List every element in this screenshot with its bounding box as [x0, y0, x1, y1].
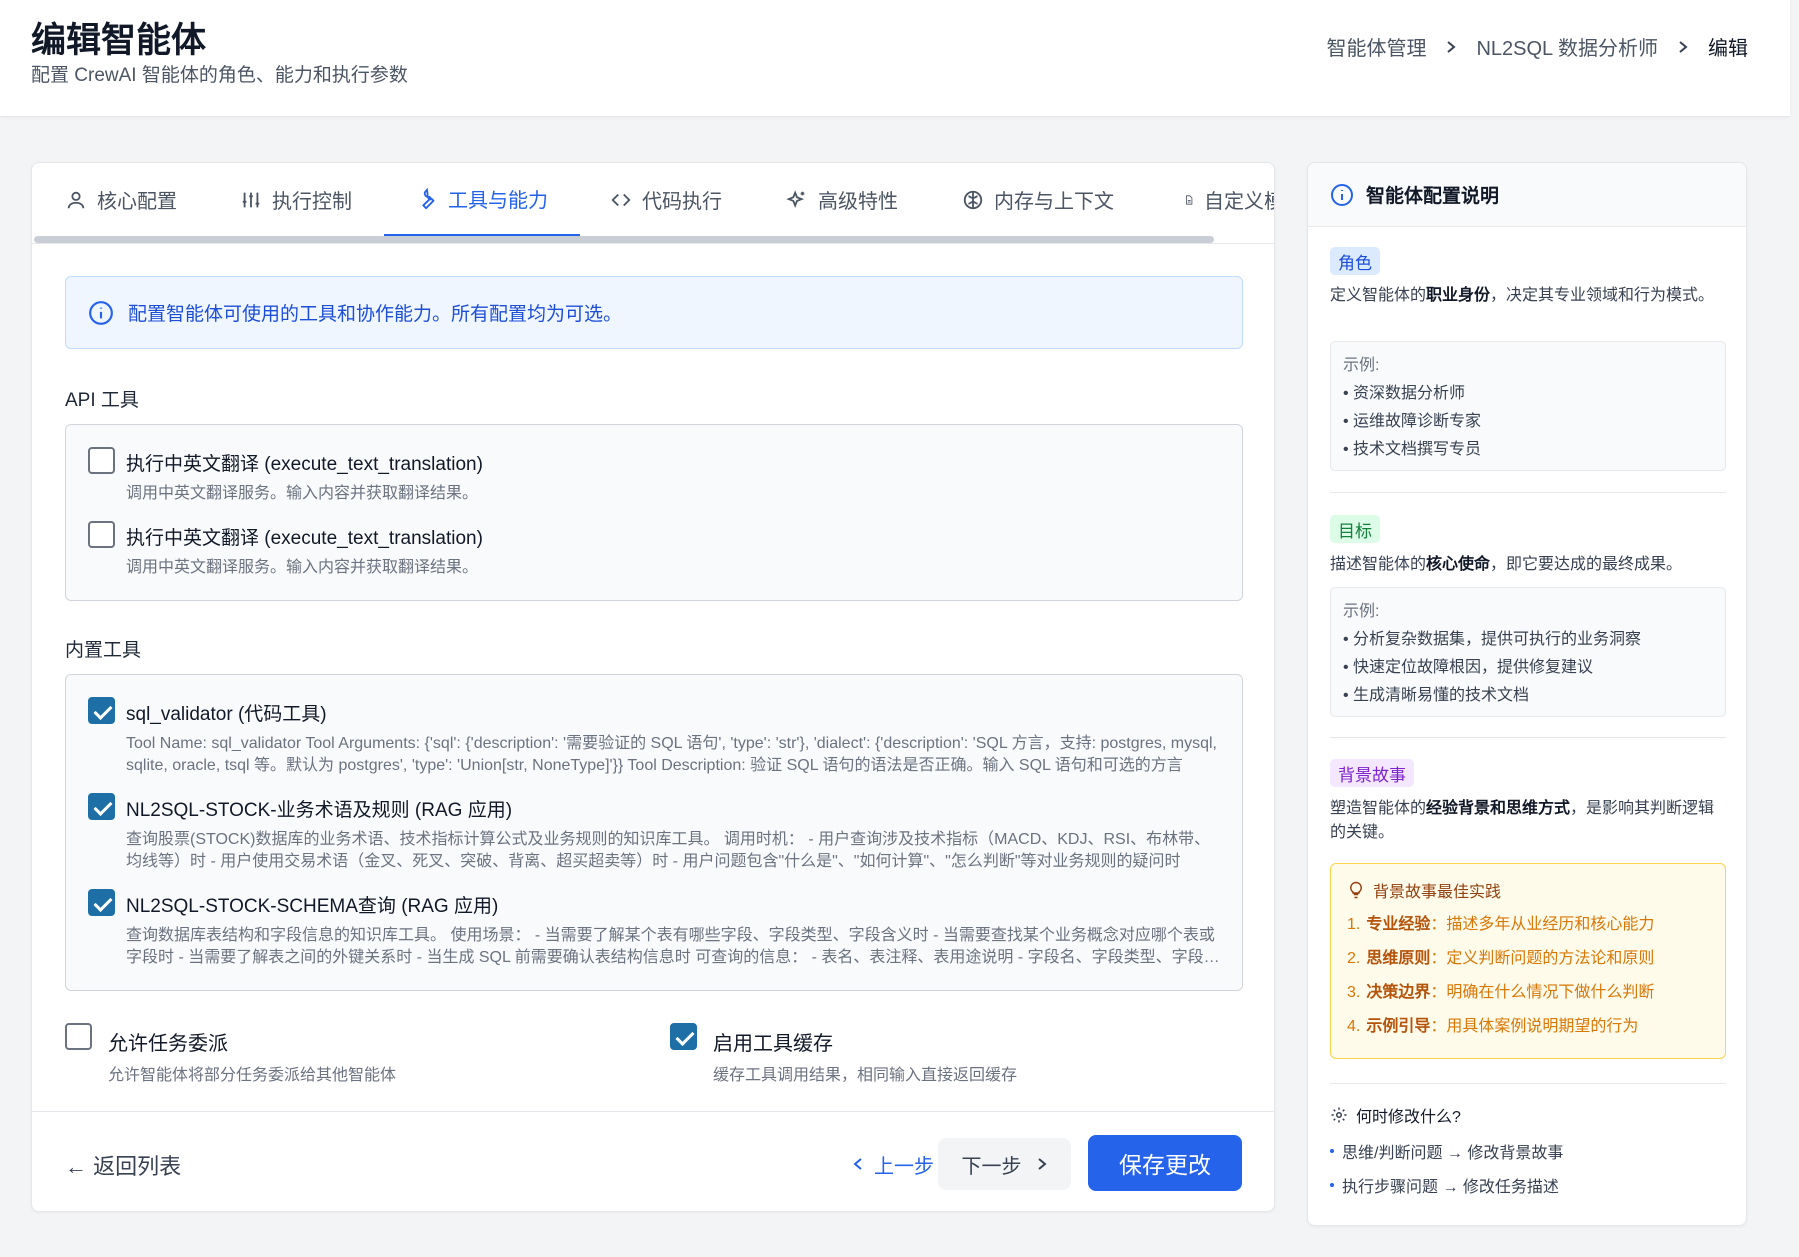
goal-desc: 描述智能体的核心使命，即它要达成的最终成果。 [1330, 556, 1683, 573]
tab-core-config[interactable]: 核心配置 [65, 163, 195, 236]
prev-step-button[interactable]: 上一步 [840, 1138, 946, 1190]
tool-name: sql_validator (代码工具) [126, 704, 327, 725]
when-to-modify-title: 何时修改什么? [1330, 1103, 1461, 1127]
role-tag: 角色 [1330, 247, 1380, 275]
tool-name: 执行中英文翻译 (execute_text_translation) [126, 528, 483, 549]
goal-examples: 示例: • 分析复杂数据集，提供可执行的业务洞察 • 快速定位故障根因，提供修复… [1330, 587, 1726, 717]
info-banner-text: 配置智能体可使用的工具和协作能力。所有配置均为可选。 [128, 304, 623, 325]
best-practice-title: 背景故事最佳实践 [1347, 878, 1709, 902]
api-tool-checkbox[interactable] [88, 447, 115, 474]
builtin-tools-box: sql_validator (代码工具) Tool Name: sql_vali… [65, 674, 1243, 991]
tab-tools[interactable]: 工具与能力 [384, 163, 580, 236]
chevron-right-icon [1679, 40, 1688, 53]
allow-delegation-option: 允许任务委派 允许智能体将部分任务委派给其他智能体 [65, 1023, 565, 1093]
tab-custom[interactable]: 自定义模 [1184, 163, 1274, 236]
backstory-desc: 塑造智能体的经验背景和思维方式，是影响其判断逻辑的关键。 [1330, 800, 1715, 841]
sidebar-title: 智能体配置说明 [1366, 186, 1500, 207]
chevron-right-icon [1037, 1158, 1047, 1170]
tool-desc: 调用中英文翻译服务。输入内容并获取翻译结果。 [126, 559, 479, 576]
api-tools-label: API 工具 [65, 390, 139, 411]
tool-cache-checkbox[interactable] [670, 1023, 697, 1050]
option-desc: 允许智能体将部分任务委派给其他智能体 [108, 1067, 397, 1084]
chevron-right-icon [1447, 40, 1457, 53]
info-banner: 配置智能体可使用的工具和协作能力。所有配置均为可选。 [65, 276, 1243, 349]
tab-code-execution[interactable]: 代码执行 [610, 163, 740, 236]
tool-name: NL2SQL-STOCK-SCHEMA查询 (RAG 应用) [126, 896, 499, 917]
role-examples: 示例: • 资深数据分析师 • 运维故障诊断专家 • 技术文档撰写专员 [1330, 341, 1726, 471]
code-icon [611, 193, 631, 206]
best-practice-item: 2. 思维原则：定义判断问题的方法论和原则 [1347, 950, 1655, 967]
when-item: 思维/判断问题 → 修改背景故事 [1330, 1139, 1563, 1163]
tool-name: NL2SQL-STOCK-业务术语及规则 (RAG 应用) [126, 800, 513, 821]
tool-cache-option: 启用工具缓存 缓存工具调用结果，相同输入直接返回缓存 [670, 1023, 1170, 1093]
builtin-tool-item: NL2SQL-STOCK-SCHEMA查询 (RAG 应用) 查询数据库表结构和… [88, 889, 1220, 973]
tab-execution-control[interactable]: 执行控制 [240, 163, 370, 236]
breadcrumb-agents[interactable]: 智能体管理 [1326, 32, 1426, 61]
best-practice-item: 1. 专业经验：描述多年从业经历和核心能力 [1347, 916, 1655, 933]
tool-desc: Tool Name: sql_validator Tool Arguments:… [126, 735, 1217, 774]
best-practice-item: 3. 决策边界：明确在什么情况下做什么判断 [1347, 984, 1655, 1001]
sparkles-icon [786, 189, 805, 208]
builtin-tool-checkbox[interactable] [88, 793, 115, 820]
tool-name: 执行中英文翻译 (execute_text_translation) [126, 454, 483, 475]
divider [1330, 1083, 1726, 1084]
breadcrumb-current: 编辑 [1708, 38, 1748, 60]
gear-icon [1331, 1107, 1347, 1123]
option-desc: 缓存工具调用结果，相同输入直接返回缓存 [713, 1067, 1018, 1084]
best-practice-item: 4. 示例引导：用具体案例说明期望的行为 [1347, 1018, 1639, 1035]
lightbulb-icon [1350, 881, 1362, 899]
tab-advanced[interactable]: 高级特性 [786, 163, 916, 236]
role-desc: 定义智能体的职业身份，决定其专业领域和行为模式。 [1330, 287, 1715, 304]
builtin-tools-label: 内置工具 [65, 640, 142, 661]
builtin-tool-item: NL2SQL-STOCK-业务术语及规则 (RAG 应用) 查询股票(STOCK… [88, 793, 1220, 877]
sliders-icon [242, 192, 260, 207]
tabs-scrollbar[interactable] [34, 236, 1214, 243]
option-label: 允许任务委派 [108, 1033, 228, 1055]
divider [1330, 737, 1726, 738]
breadcrumb-agent[interactable]: NL2SQL 数据分析师 [1476, 32, 1658, 61]
breadcrumb: 智能体管理 NL2SQL 数据分析师 编辑 [1326, 32, 1748, 61]
builtin-tool-checkbox[interactable] [88, 889, 115, 916]
tab-bar: 核心配置 执行控制 工具与能力 代码执行 高级特性 内存与上下文 自定义模 [32, 163, 1274, 244]
tool-desc: 查询数据库表结构和字段信息的知识库工具。 使用场景： - 当需要了解某个表有哪些… [126, 927, 1220, 966]
chevron-left-icon [853, 1158, 862, 1170]
footer-divider [32, 1111, 1274, 1112]
api-tool-checkbox[interactable] [88, 521, 115, 548]
api-tool-item: 执行中英文翻译 (execute_text_translation) 调用中英文… [88, 447, 1220, 507]
page-subtitle: 配置 CrewAI 智能体的角色、能力和执行参数 [31, 65, 408, 86]
goal-tag: 目标 [1330, 515, 1380, 543]
top-header: 编辑智能体 配置 CrewAI 智能体的角色、能力和执行参数 智能体管理 NL2… [0, 0, 1790, 117]
help-sidebar: 智能体配置说明 角色 定义智能体的职业身份，决定其专业领域和行为模式。 示例: … [1307, 162, 1747, 1226]
builtin-tool-item: sql_validator (代码工具) Tool Name: sql_vali… [88, 697, 1220, 781]
back-to-list-link[interactable]: ← 返回列表 [65, 1149, 181, 1181]
backstory-tag: 背景故事 [1330, 759, 1414, 787]
save-changes-button[interactable]: 保存更改 [1088, 1135, 1242, 1191]
sidebar-header: 智能体配置说明 [1308, 163, 1746, 227]
api-tools-box: 执行中英文翻译 (execute_text_translation) 调用中英文… [65, 424, 1243, 601]
user-icon [67, 191, 85, 208]
allow-delegation-checkbox[interactable] [65, 1023, 92, 1050]
info-icon [89, 300, 113, 325]
tool-desc: 查询股票(STOCK)数据库的业务术语、技术指标计算公式及业务规则的知识库工具。… [126, 831, 1211, 870]
info-icon [1331, 183, 1353, 206]
brain-icon [963, 190, 983, 209]
next-step-button[interactable]: 下一步 [938, 1138, 1071, 1190]
option-label: 启用工具缓存 [713, 1033, 833, 1055]
api-tool-item: 执行中英文翻译 (execute_text_translation) 调用中英文… [88, 521, 1220, 581]
file-icon [1186, 194, 1193, 205]
divider [1330, 492, 1726, 493]
wrench-icon [422, 187, 435, 209]
best-practice-box: 背景故事最佳实践 1. 专业经验：描述多年从业经历和核心能力 2. 思维原则：定义判… [1330, 863, 1726, 1059]
tab-memory[interactable]: 内存与上下文 [962, 163, 1132, 236]
page-title: 编辑智能体 [31, 21, 207, 60]
when-item: 执行步骤问题 → 修改任务描述 [1330, 1173, 1559, 1197]
builtin-tool-checkbox[interactable] [88, 697, 115, 724]
main-card: 核心配置 执行控制 工具与能力 代码执行 高级特性 内存与上下文 自定义模 [31, 162, 1275, 1212]
tool-desc: 调用中英文翻译服务。输入内容并获取翻译结果。 [126, 485, 479, 502]
